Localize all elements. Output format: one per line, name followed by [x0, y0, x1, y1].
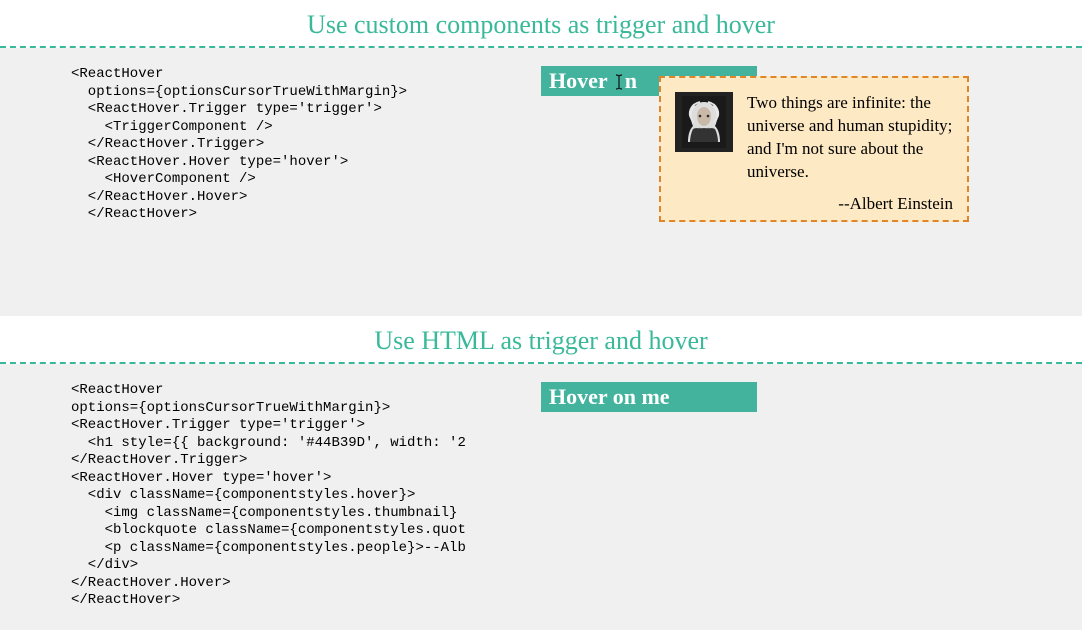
text-cursor-icon: [613, 74, 625, 90]
demo-panel-2: <ReactHover options={optionsCursorTrueWi…: [0, 364, 1082, 630]
tooltip-attribution: --Albert Einstein: [675, 194, 953, 214]
code-column-1: <ReactHover options={optionsCursorTrueWi…: [11, 66, 541, 224]
code-sample-1: <ReactHover options={optionsCursorTrueWi…: [71, 66, 541, 224]
einstein-thumbnail: [675, 92, 733, 152]
demo-column-1: Hover n Two things a: [541, 66, 1071, 224]
code-column-2: <ReactHover options={optionsCursorTrueWi…: [11, 382, 541, 610]
demo-panel-1: <ReactHover options={optionsCursorTrueWi…: [0, 48, 1082, 316]
hover-tooltip: Two things are infinite: the universe an…: [659, 76, 969, 222]
hover-trigger-2[interactable]: Hover on me: [541, 382, 757, 412]
tooltip-quote: Two things are infinite: the universe an…: [747, 92, 953, 184]
code-sample-2: <ReactHover options={optionsCursorTrueWi…: [71, 382, 541, 610]
section-title-custom-components: Use custom components as trigger and hov…: [0, 0, 1082, 48]
demo-column-2: Hover on me: [541, 382, 1071, 610]
section-title-html: Use HTML as trigger and hover: [0, 316, 1082, 364]
